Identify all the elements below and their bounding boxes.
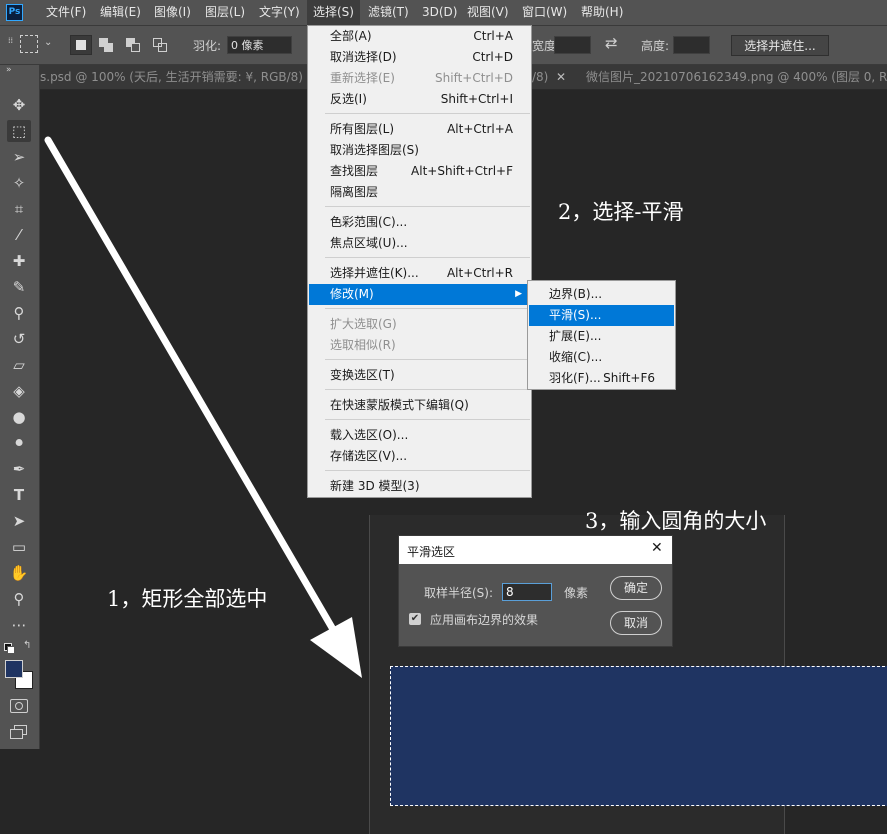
- annotation-step-3: 3，输入圆角的大小: [585, 509, 767, 533]
- annotation-step-2: 2，选择-平滑: [558, 200, 684, 224]
- annotation-step-1: 1，矩形全部选中: [107, 587, 268, 611]
- annotation-arrow: [44, 136, 362, 678]
